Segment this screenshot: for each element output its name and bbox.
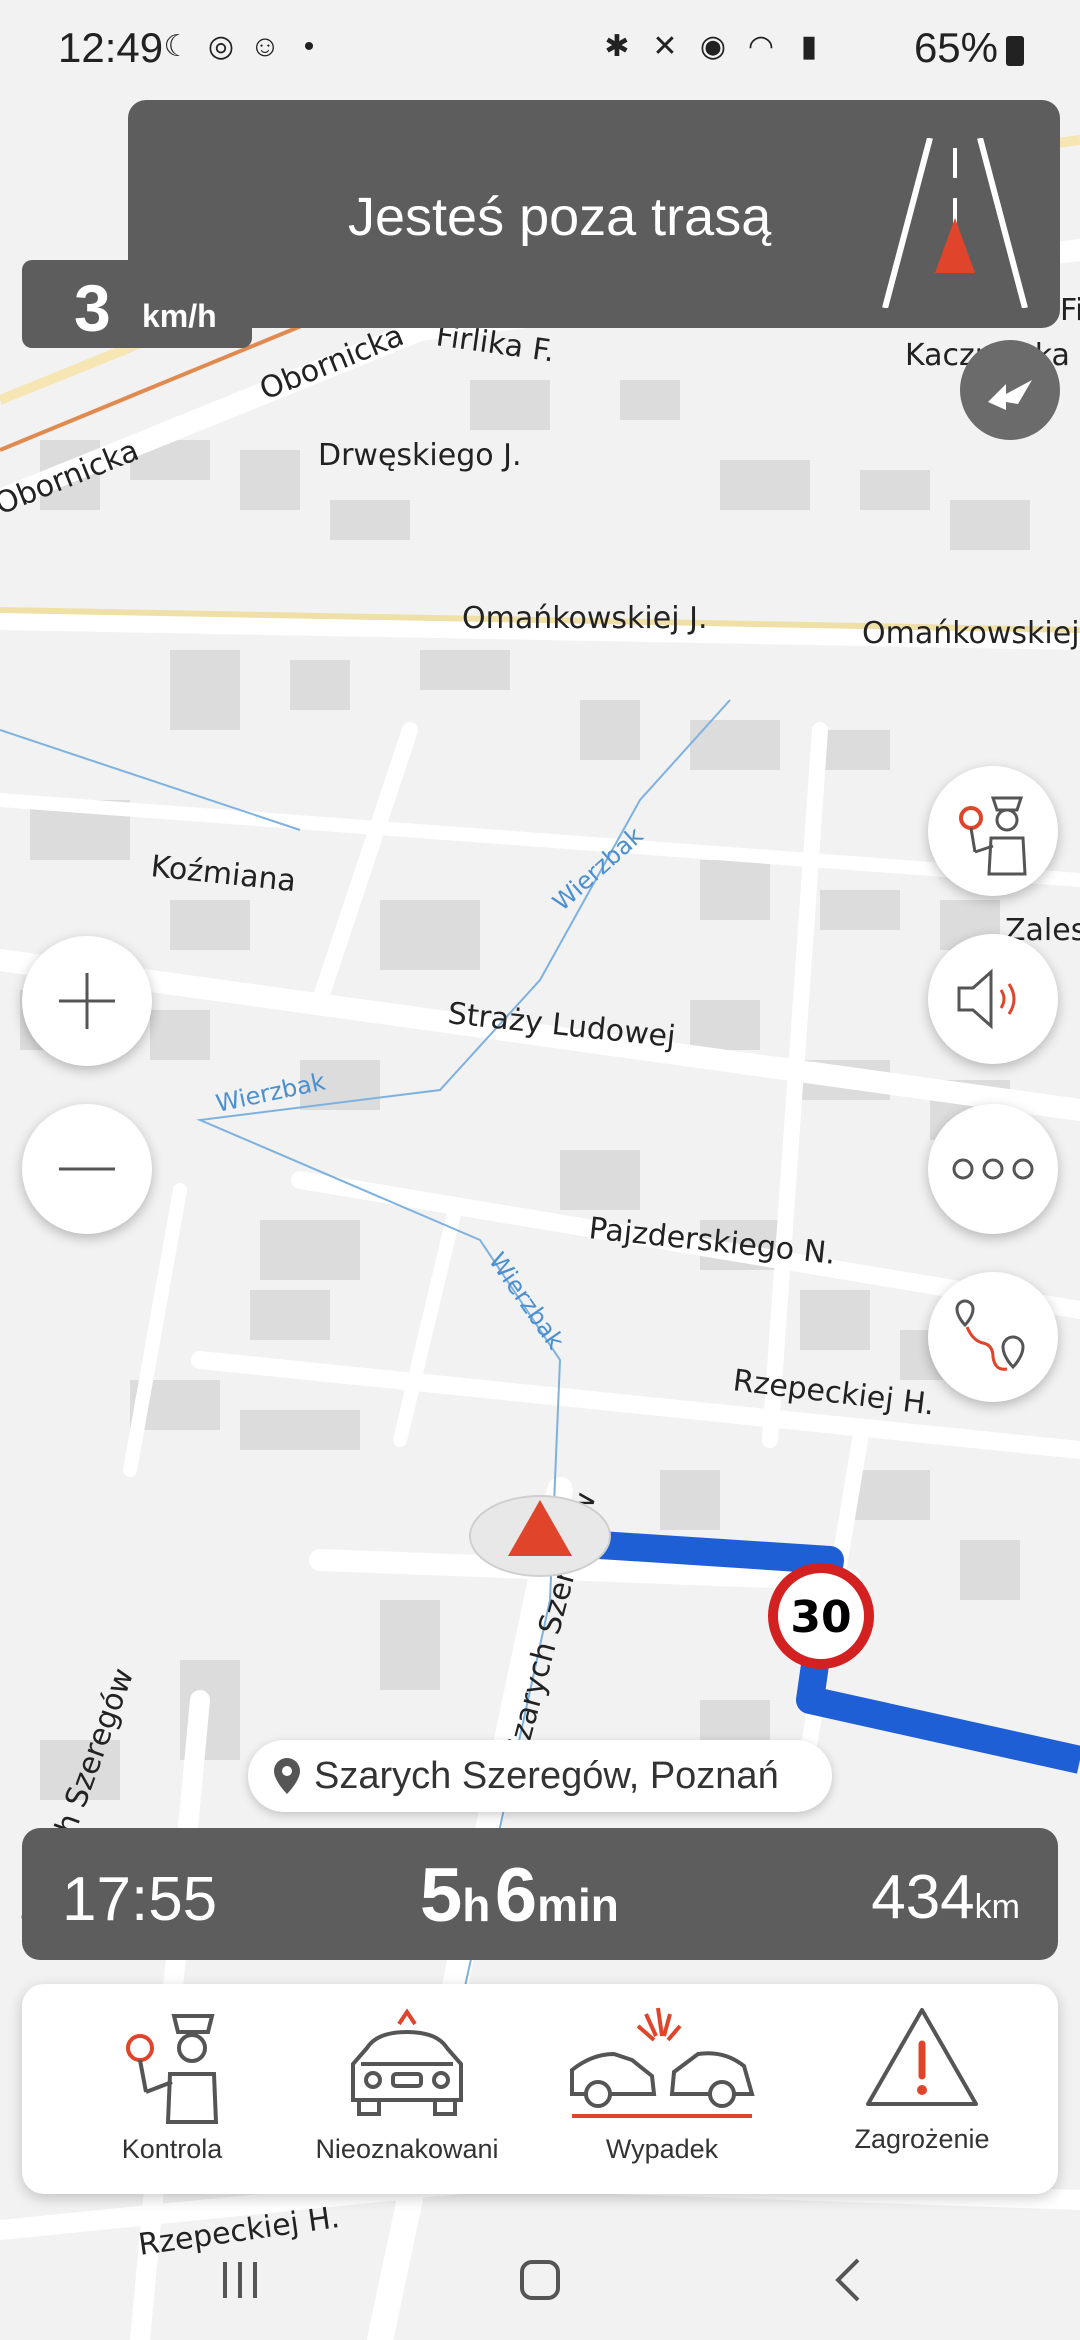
battery-percentage: 65% <box>913 24 998 71</box>
report-label: Kontrola <box>121 2134 223 2164</box>
police-report-button[interactable] <box>928 766 1058 896</box>
status-bar: 12:49 ☾ ◎ ☺ • ✱ ✕ ◉ ◠ ▮ 65% <box>0 0 1080 100</box>
duration-minutes-unit: min <box>537 1879 619 1931</box>
more-dots-icon <box>952 1158 1034 1180</box>
street-label: Fi <box>1060 293 1080 328</box>
speaker-icon <box>957 968 1016 1030</box>
moon-icon: ☾ <box>163 30 191 63</box>
arrow-back-icon <box>988 380 1032 410</box>
status-time: 12:49 <box>58 24 164 71</box>
battery-icon <box>1006 36 1024 66</box>
location-pin-icon <box>274 1758 300 1794</box>
unmarked-car-icon <box>351 2008 463 2116</box>
duration-minutes: 6 <box>494 1853 538 1938</box>
duration-hours-unit: h <box>462 1879 491 1931</box>
current-street-label: Szarych Szeregów, Poznań <box>314 1754 779 1797</box>
speed-limit-value: 30 <box>790 1592 851 1643</box>
car-accident-icon <box>570 2007 755 2118</box>
zoom-out-button[interactable] <box>22 1104 152 1234</box>
speed-unit: km/h <box>142 298 217 334</box>
system-navigation-bar <box>223 2258 860 2302</box>
smiley-icon: ☺ <box>249 30 281 63</box>
off-route-message: Jesteś poza trasą <box>348 187 772 247</box>
trip-info-bar[interactable]: 17:55 5h 6min 434km <box>22 1828 1058 1960</box>
sound-button[interactable] <box>928 934 1058 1064</box>
mute-icon: ✕ <box>652 30 678 63</box>
police-officer-icon <box>959 796 1027 876</box>
dot-icon: • <box>303 30 315 63</box>
current-position-marker <box>469 1495 611 1577</box>
distance-unit: km <box>974 1888 1020 1926</box>
lte-signal-icon: ▮ <box>800 30 818 63</box>
minus-icon <box>59 1167 115 1171</box>
plus-icon <box>59 973 115 1029</box>
home-icon[interactable] <box>520 2260 560 2300</box>
report-label: Wypadek <box>605 2134 719 2164</box>
zoom-in-button[interactable] <box>22 936 152 1066</box>
street-label: Omańkowskiej <box>862 616 1080 651</box>
duration-hours: 5 <box>420 1853 463 1938</box>
report-label: Nieoznakowani <box>315 2134 499 2164</box>
report-control-button[interactable]: Kontrola <box>62 1984 282 2194</box>
speed-limit-sign: 30 <box>768 1563 874 1669</box>
back-icon[interactable] <box>835 2258 860 2302</box>
location-icon: ◉ <box>699 30 727 63</box>
more-options-button[interactable] <box>928 1104 1058 1234</box>
street-label: Omańkowskiej J. <box>462 601 707 636</box>
report-unmarked-button[interactable]: Nieoznakowani <box>287 1984 527 2194</box>
report-accident-button[interactable]: Wypadek <box>542 1984 782 2194</box>
current-speed: 3 km/h <box>22 260 252 348</box>
bluetooth-icon: ✱ <box>604 30 630 63</box>
street-label: Drwęskiego J. <box>318 438 522 473</box>
warning-triangle-icon <box>866 2008 978 2106</box>
recenter-button[interactable] <box>960 340 1060 440</box>
road-ahead-icon <box>882 138 1028 308</box>
current-street-pill: Szarych Szeregów, Poznań <box>248 1740 832 1812</box>
wifi-icon: ◠ <box>747 30 775 63</box>
report-label: Zagrożenie <box>854 2124 990 2154</box>
remaining-duration: 5h 6min <box>420 1852 619 1939</box>
report-panel: Kontrola Nieoznakowani Wypadek Zagrożeni… <box>22 1984 1058 2194</box>
police-control-icon <box>126 2014 219 2124</box>
off-route-banner: Jesteś poza trasą <box>128 100 1060 328</box>
remaining-distance: 434km <box>871 1862 1020 1933</box>
arrival-time: 17:55 <box>62 1865 218 1934</box>
route-icon <box>955 1299 1025 1371</box>
report-hazard-button[interactable]: Zagrożenie <box>812 1984 1032 2194</box>
recent-apps-icon[interactable] <box>223 2262 257 2298</box>
speed-value: 3 <box>74 271 111 345</box>
distance-value: 434 <box>871 1863 975 1932</box>
route-button[interactable] <box>928 1272 1058 1402</box>
speed-limit-65-icon: ◎ <box>207 30 235 63</box>
